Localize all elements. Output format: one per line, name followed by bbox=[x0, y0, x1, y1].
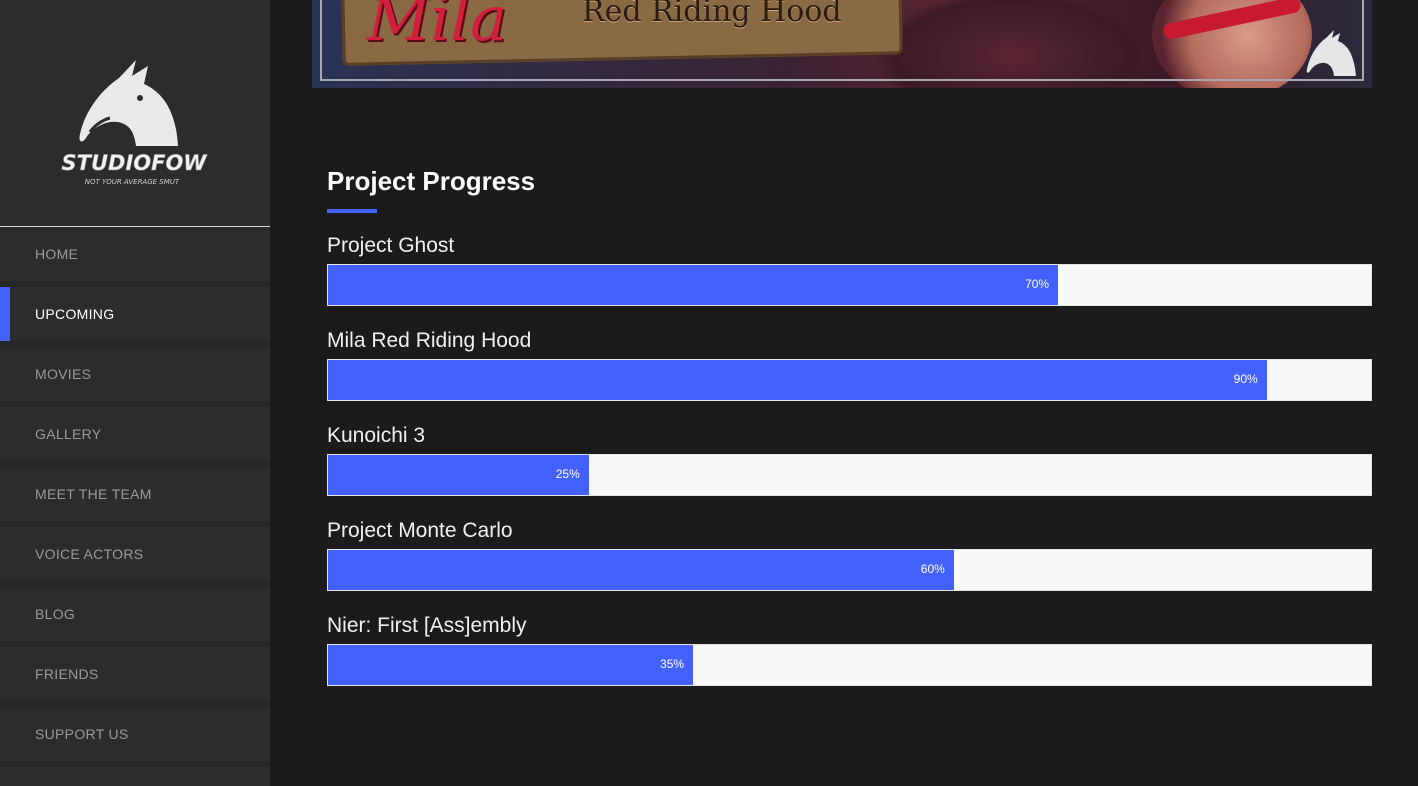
nav-item-home[interactable]: HOME bbox=[0, 227, 270, 287]
progress-track: 60% bbox=[327, 549, 1372, 591]
progress-item: Mila Red Riding Hood 90% bbox=[327, 327, 1372, 422]
svg-text:NOT YOUR AVERAGE SMUT: NOT YOUR AVERAGE SMUT bbox=[85, 178, 180, 186]
progress-bar-fill: 60% bbox=[328, 550, 954, 590]
sidebar: STUDIOFOW NOT YOUR AVERAGE SMUT HOME UPCO… bbox=[0, 0, 270, 786]
nav-item-label: UPCOMING bbox=[35, 306, 115, 322]
svg-text:STUDIOFOW: STUDIOFOW bbox=[62, 151, 208, 175]
horse-watermark-icon bbox=[1306, 30, 1356, 76]
section-title: Project Progress bbox=[327, 166, 536, 196]
nav-item-voice-actors[interactable]: VOICE ACTORS bbox=[0, 527, 270, 587]
nav-item-friends[interactable]: FRIENDS bbox=[0, 647, 270, 707]
progress-percent-label: 25% bbox=[555, 467, 580, 481]
progress-track: 25% bbox=[327, 454, 1372, 496]
progress-bar-fill: 25% bbox=[328, 455, 589, 495]
progress-item: Project Ghost 70% bbox=[327, 232, 1372, 327]
progress-track: 70% bbox=[327, 264, 1372, 306]
logo-area: STUDIOFOW NOT YOUR AVERAGE SMUT bbox=[0, 0, 270, 227]
progress-item: Kunoichi 3 25% bbox=[327, 422, 1372, 517]
progress-percent-label: 60% bbox=[920, 562, 945, 576]
nav-item-label: HOME bbox=[35, 246, 79, 262]
progress-item: Project Monte Carlo 60% bbox=[327, 517, 1372, 612]
nav-item-meet-the-team[interactable]: MEET THE TEAM bbox=[0, 467, 270, 527]
progress-bar-fill: 35% bbox=[328, 645, 694, 685]
progress-track: 90% bbox=[327, 359, 1372, 401]
nav-item-label: GALLERY bbox=[35, 426, 102, 442]
nav-item-blog[interactable]: BLOG bbox=[0, 587, 270, 647]
nav-item-label: MEET THE TEAM bbox=[35, 486, 152, 502]
nav-item-movies[interactable]: MOVIES bbox=[0, 347, 270, 407]
progress-percent-label: 70% bbox=[1025, 277, 1050, 291]
nav-item-support-us[interactable]: SUPPORT US bbox=[0, 707, 270, 767]
project-name: Nier: First [Ass]embly bbox=[327, 614, 527, 637]
title-underline bbox=[327, 209, 377, 213]
project-name: Project Monte Carlo bbox=[327, 519, 513, 542]
nav-item-label: BLOG bbox=[35, 606, 76, 622]
progress-item: Nier: First [Ass]embly 35% bbox=[327, 612, 1372, 707]
featured-banner[interactable]: Mila Red Riding Hood bbox=[312, 0, 1372, 88]
nav-item-label: FRIENDS bbox=[35, 666, 99, 682]
nav-item-label: VOICE ACTORS bbox=[35, 546, 144, 562]
horse-head-icon bbox=[79, 60, 178, 146]
nav-item-label: SUPPORT US bbox=[35, 726, 129, 742]
main-nav: HOME UPCOMING MOVIES GALLERY MEET THE TEAM VO… bbox=[0, 227, 270, 767]
project-name: Kunoichi 3 bbox=[327, 424, 426, 447]
banner-frame bbox=[320, 0, 1364, 81]
project-name: Project Ghost bbox=[327, 234, 455, 257]
progress-track: 35% bbox=[327, 644, 1372, 686]
logo-wordmark: STUDIOFOW NOT YOUR AVERAGE SMUT bbox=[46, 151, 222, 186]
progress-bar-fill: 70% bbox=[328, 265, 1059, 305]
progress-percent-label: 35% bbox=[660, 657, 685, 671]
progress-list: Project Ghost 70% Mila Red Riding Hood 90% K… bbox=[327, 232, 1372, 707]
progress-percent-label: 90% bbox=[1233, 372, 1258, 386]
studiofow-logo[interactable]: STUDIOFOW NOT YOUR AVERAGE SMUT bbox=[44, 58, 224, 188]
project-name: Mila Red Riding Hood bbox=[327, 329, 532, 352]
nav-item-upcoming[interactable]: UPCOMING bbox=[0, 287, 270, 347]
progress-bar-fill: 90% bbox=[328, 360, 1267, 400]
nav-item-gallery[interactable]: GALLERY bbox=[0, 407, 270, 467]
nav-item-label: MOVIES bbox=[35, 366, 92, 382]
